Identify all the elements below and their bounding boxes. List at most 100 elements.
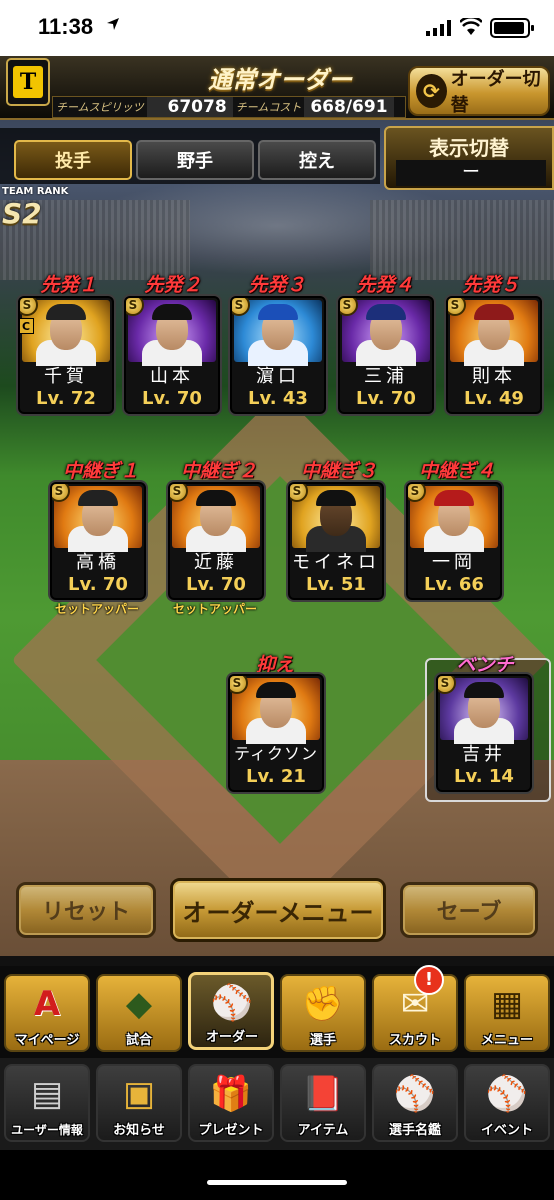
team-cost-value: 668/691 — [304, 97, 394, 117]
role-label-reliever-1: セットアッパー — [54, 602, 139, 616]
home-indicator-area — [0, 1150, 554, 1200]
nav-game-label: 試合 — [125, 1033, 152, 1048]
news-box-icon: ▣ — [122, 1074, 156, 1114]
team-logo[interactable]: T — [6, 58, 50, 106]
player-card-bench[interactable]: 吉井 Lv. 14 S — [436, 674, 532, 792]
home-indicator[interactable] — [207, 1180, 347, 1185]
nav-player-directory-label: 選手名鑑 — [388, 1123, 441, 1138]
slot-label-starter-2: 先発２ — [144, 274, 202, 296]
stadium-stand-right — [370, 200, 554, 280]
player-level: Lv. 43 — [248, 388, 308, 409]
player-name: 千賀 — [44, 366, 88, 387]
player-card-starter-1[interactable]: 千賀 Lv. 72 S C — [18, 296, 114, 414]
nav-players[interactable]: ✊ 選手 — [280, 974, 366, 1052]
team-rank: TEAM RANK S2 — [2, 186, 82, 234]
player-card-starter-5[interactable]: 則本 Lv. 49 S — [446, 296, 542, 414]
player-card-reliever-3[interactable]: モイネロ Lv. 51 S — [288, 482, 384, 600]
nav-present[interactable]: 🎁 プレゼント — [188, 1064, 274, 1142]
user-card-icon: ▤ — [30, 1074, 64, 1114]
scout-letter-icon: ✉ — [400, 984, 430, 1024]
slot-label-bench: ベンチ — [456, 654, 514, 676]
player-name: 濵口 — [256, 366, 300, 387]
player-card-reliever-1[interactable]: 高橋 Lv. 70 S — [50, 482, 146, 600]
slot-label-reliever-2: 中継ぎ２ — [180, 460, 257, 482]
player-card-reliever-2[interactable]: 近藤 Lv. 70 S — [168, 482, 264, 600]
slot-label-starter-1: 先発１ — [40, 274, 98, 296]
display-switch-button[interactable]: 表示切替 ー — [384, 126, 554, 190]
slot-label-reliever-1: 中継ぎ１ — [62, 460, 139, 482]
nav-news-label: お知らせ — [113, 1123, 165, 1138]
mypage-a-icon: A — [33, 984, 61, 1024]
role-label-reliever-2: セットアッパー — [172, 602, 257, 616]
player-card-starter-2[interactable]: 山本 Lv. 70 S — [124, 296, 220, 414]
stadium-icon: ◆ — [125, 984, 153, 1024]
tab-pitcher[interactable]: 投手 — [14, 140, 132, 180]
nav-game[interactable]: ◆ 試合 — [96, 974, 182, 1052]
nav-players-label: 選手 — [309, 1033, 336, 1048]
save-button[interactable]: セーブ — [400, 882, 538, 938]
nav-present-label: プレゼント — [198, 1123, 264, 1138]
player-level: Lv. 66 — [424, 574, 484, 595]
nav-mypage-label: マイページ — [14, 1033, 80, 1048]
order-switch-label: オーダー切替 — [450, 69, 541, 116]
player-name: 吉井 — [462, 744, 506, 765]
swap-arrows-icon: ⟳ — [416, 74, 447, 108]
player-name: モイネロ — [292, 552, 380, 573]
nav-news[interactable]: ▣ お知らせ — [96, 1064, 182, 1142]
nav-items-label: アイテム — [297, 1123, 349, 1138]
status-time: 11:38 — [38, 14, 94, 39]
tab-reserve[interactable]: 控え — [258, 140, 376, 180]
item-book-icon: 📕 — [301, 1074, 345, 1114]
player-level: Lv. 51 — [306, 574, 366, 595]
tab-fielder[interactable]: 野手 — [136, 140, 254, 180]
player-level: Lv. 21 — [246, 766, 306, 787]
player-level: Lv. 70 — [356, 388, 416, 409]
nav-event-label: イベント — [480, 1123, 533, 1138]
player-card-reliever-4[interactable]: 一岡 Lv. 66 S — [406, 482, 502, 600]
player-pose-icon: ✊ — [301, 984, 345, 1024]
player-card-closer[interactable]: ティクソン Lv. 21 S — [228, 674, 324, 792]
team-stats-bar: チームスピリッツ 67078 チームコスト 668/691 — [52, 96, 406, 118]
team-spirits-label: チームスピリッツ — [56, 101, 144, 114]
player-directory-icon: ⚾ — [393, 1074, 437, 1114]
slot-label-reliever-4: 中継ぎ４ — [418, 460, 495, 482]
player-name: 近藤 — [194, 552, 238, 573]
field-order-icon: ⚾ — [210, 983, 254, 1023]
slot-label-reliever-3: 中継ぎ３ — [300, 460, 377, 482]
gift-box-icon: 🎁 — [209, 1074, 253, 1114]
wifi-icon — [460, 18, 482, 35]
display-switch-label: 表示切替 — [429, 136, 509, 160]
nav-menu-label: メニュー — [480, 1033, 533, 1048]
nav-event[interactable]: ⚾ イベント — [464, 1064, 550, 1142]
battery-icon — [490, 18, 534, 38]
player-level: Lv. 70 — [142, 388, 202, 409]
slot-label-starter-3: 先発３ — [248, 274, 306, 296]
player-name: 高橋 — [76, 552, 120, 573]
team-cost-label: チームコスト — [235, 101, 302, 114]
nav-user-info[interactable]: ▤ ユーザー情報 — [4, 1064, 90, 1142]
slot-label-closer: 抑え — [255, 654, 294, 676]
player-card-starter-3[interactable]: 濵口 Lv. 43 S — [230, 296, 326, 414]
nav-menu[interactable]: ▦ メニュー — [464, 974, 550, 1052]
scout-notification-badge: ! — [414, 965, 444, 995]
team-spirits-value: 67078 — [146, 97, 233, 117]
slot-label-starter-4: 先発４ — [356, 274, 414, 296]
player-name: 一岡 — [432, 552, 476, 573]
status-bar: 11:38 — [0, 0, 554, 56]
display-switch-value: ー — [396, 160, 546, 186]
nav-player-directory[interactable]: ⚾ 選手名鑑 — [372, 1064, 458, 1142]
player-name: 三浦 — [364, 366, 408, 387]
player-card-starter-4[interactable]: 三浦 Lv. 70 S — [338, 296, 434, 414]
baseball-bat-icon: ⚾ — [485, 1074, 529, 1114]
page-title: 通常オーダー — [208, 66, 352, 94]
order-menu-button[interactable]: オーダーメニュー — [170, 878, 386, 942]
nav-order[interactable]: ⚾ オーダー — [188, 972, 274, 1050]
order-switch-button[interactable]: ⟳ オーダー切替 — [408, 66, 550, 116]
nav-scout-label: スカウト — [388, 1033, 441, 1048]
rarity-badge: C — [20, 318, 34, 334]
reset-button[interactable]: リセット — [16, 882, 156, 938]
nav-items[interactable]: 📕 アイテム — [280, 1064, 366, 1142]
nav-order-label: オーダー — [205, 1030, 258, 1045]
player-name: 山本 — [150, 366, 194, 387]
nav-mypage[interactable]: A マイページ — [4, 974, 90, 1052]
